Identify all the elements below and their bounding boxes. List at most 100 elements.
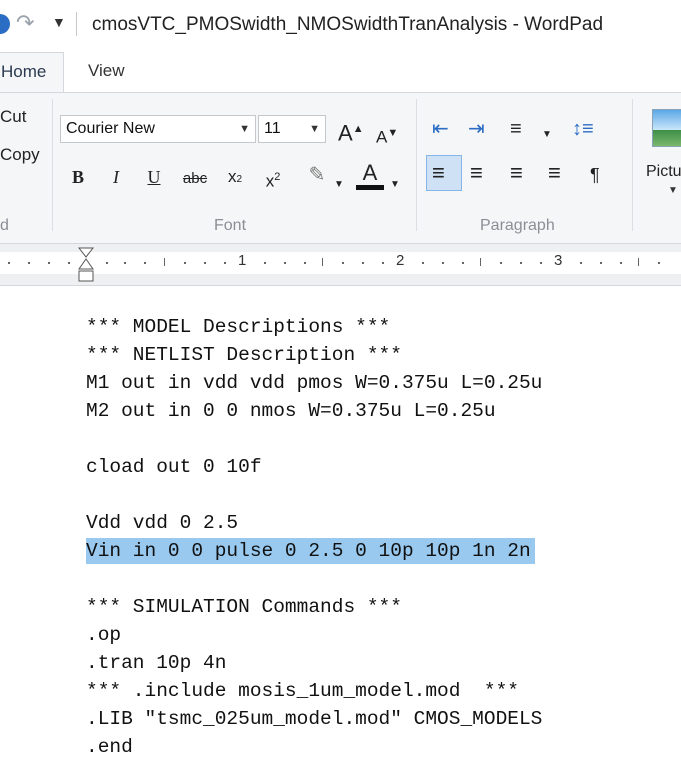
ribbon-tabs: Home View (0, 52, 681, 92)
grow-font-icon[interactable]: A▲ (338, 117, 364, 145)
ruler-dot (68, 262, 70, 264)
group-separator (416, 99, 417, 231)
copy-button[interactable]: Copy (0, 145, 40, 165)
document-area[interactable]: *** MODEL Descriptions *** *** NETLIST De… (0, 286, 681, 771)
text-line[interactable]: M2 out in 0 0 nmos W=0.375u L=0.25u (86, 398, 496, 424)
decrease-indent-icon[interactable]: ⇤ (432, 117, 449, 141)
subscript-icon[interactable]: x2 (222, 165, 248, 192)
ruler-dot (342, 262, 344, 264)
superscript-icon[interactable]: x2 (260, 165, 286, 194)
font-size-select[interactable]: 11 ▼ (258, 115, 326, 143)
redo-icon[interactable]: ↷ (16, 12, 34, 34)
picture-button-label[interactable]: Pictu (646, 163, 681, 181)
ruler-dot (8, 262, 10, 264)
text-line[interactable]: Vdd vdd 0 2.5 (86, 510, 238, 536)
font-family-value: Courier New (66, 120, 155, 137)
ruler-dot (184, 262, 186, 264)
chevron-down-icon[interactable]: ▼ (390, 173, 400, 197)
align-left-icon: ≡ (432, 160, 445, 185)
ruler-dot (600, 262, 602, 264)
ruler-dot (580, 262, 582, 264)
italic-icon[interactable]: I (106, 165, 126, 189)
font-group-label: Font (214, 217, 247, 234)
shrink-font-icon[interactable]: A▼ (376, 121, 398, 150)
chevron-down-icon: ▼ (309, 123, 320, 135)
font-color-icon[interactable]: A (356, 161, 384, 185)
ruler-dot (442, 262, 444, 264)
text-line[interactable]: *** SIMULATION Commands *** (86, 594, 402, 620)
title-separator (76, 12, 77, 36)
ruler-dot (204, 262, 206, 264)
ruler-dot (520, 262, 522, 264)
paragraph-icon[interactable]: ¶ (590, 163, 600, 187)
text-line[interactable]: .tran 10p 4n (86, 650, 226, 676)
ruler-dot (106, 262, 108, 264)
ruler-dot (658, 262, 660, 264)
ruler-dot (144, 262, 146, 264)
ruler-dot (124, 262, 126, 264)
selected-text-line[interactable]: Vin in 0 0 pulse 0 2.5 0 10p 10p 1n 2n (86, 538, 535, 564)
ruler[interactable]: 1 2 3 (0, 244, 681, 286)
chevron-down-icon: ▼ (239, 123, 250, 135)
text-line[interactable]: *** .include mosis_1um_model.mod *** (86, 678, 519, 704)
ruler-tick (164, 258, 165, 266)
ruler-dot (304, 262, 306, 264)
ruler-tick (638, 258, 639, 266)
customize-quick-access-icon[interactable]: ▼ (52, 14, 66, 30)
ruler-dot (48, 262, 50, 264)
ruler-dot (284, 262, 286, 264)
line-spacing-icon[interactable]: ↕≡ (572, 117, 594, 141)
increase-indent-icon[interactable]: ⇥ (468, 117, 485, 141)
group-separator (632, 99, 633, 231)
ruler-dot (382, 262, 384, 264)
strikethrough-icon[interactable]: abc (180, 167, 210, 191)
clipboard-group-label-fragment: d (0, 217, 9, 234)
align-center-icon[interactable]: ≡ (470, 161, 483, 185)
picture-icon[interactable] (652, 109, 681, 147)
ruler-dot (422, 262, 424, 264)
ruler-number: 3 (554, 252, 563, 269)
align-right-icon[interactable]: ≡ (510, 161, 523, 185)
ruler-dot (462, 262, 464, 264)
window-title: cmosVTC_PMOSwidth_NMOSwidthTranAnalysis … (92, 14, 604, 35)
text-line[interactable]: M1 out in vdd vdd pmos W=0.375u L=0.25u (86, 370, 542, 396)
ruler-number: 1 (238, 252, 247, 269)
text-line[interactable]: .op (86, 622, 121, 648)
ribbon: Cut Copy d Courier New ▼ 11 ▼ A▲ A▼ B I … (0, 92, 681, 244)
paragraph-group-label: Paragraph (480, 217, 555, 234)
text-line[interactable]: *** NETLIST Description *** (86, 342, 402, 368)
ruler-strip (0, 252, 681, 274)
font-family-select[interactable]: Courier New ▼ (60, 115, 256, 143)
tab-view[interactable]: View (88, 52, 125, 92)
bold-icon[interactable]: B (68, 165, 88, 189)
bullet-list-icon[interactable]: ≡ (510, 117, 522, 141)
ruler-dot (224, 262, 226, 264)
font-size-value: 11 (264, 120, 281, 137)
ruler-dot (28, 262, 30, 264)
ruler-dot (620, 262, 622, 264)
highlight-icon[interactable]: ✎ (302, 163, 332, 187)
indent-marker-icon[interactable] (78, 246, 94, 284)
ruler-dot (500, 262, 502, 264)
text-line[interactable]: .end (86, 734, 133, 760)
group-separator (52, 99, 53, 231)
justify-icon[interactable]: ≡ (548, 161, 561, 185)
underline-icon[interactable]: U (144, 165, 164, 189)
ruler-dot (362, 262, 364, 264)
chevron-down-icon[interactable]: ▼ (334, 173, 344, 197)
tab-home[interactable]: Home (0, 52, 64, 92)
text-line[interactable]: *** MODEL Descriptions *** (86, 314, 390, 340)
cut-button[interactable]: Cut (0, 107, 26, 127)
ruler-tick (322, 258, 323, 266)
ruler-dot (264, 262, 266, 264)
text-line[interactable]: .LIB "tsmc_025um_model.mod" CMOS_MODELS (86, 706, 542, 732)
chevron-down-icon[interactable]: ▼ (542, 123, 552, 147)
ruler-dot (540, 262, 542, 264)
title-bar: ↷ ▼ cmosVTC_PMOSwidth_NMOSwidthTranAnaly… (0, 0, 681, 52)
ruler-number: 2 (396, 252, 405, 269)
chevron-down-icon[interactable]: ▼ (668, 185, 678, 196)
undo-icon[interactable] (0, 14, 10, 34)
font-color-swatch (356, 185, 384, 190)
ruler-tick (480, 258, 481, 266)
text-line[interactable]: cload out 0 10f (86, 454, 262, 480)
